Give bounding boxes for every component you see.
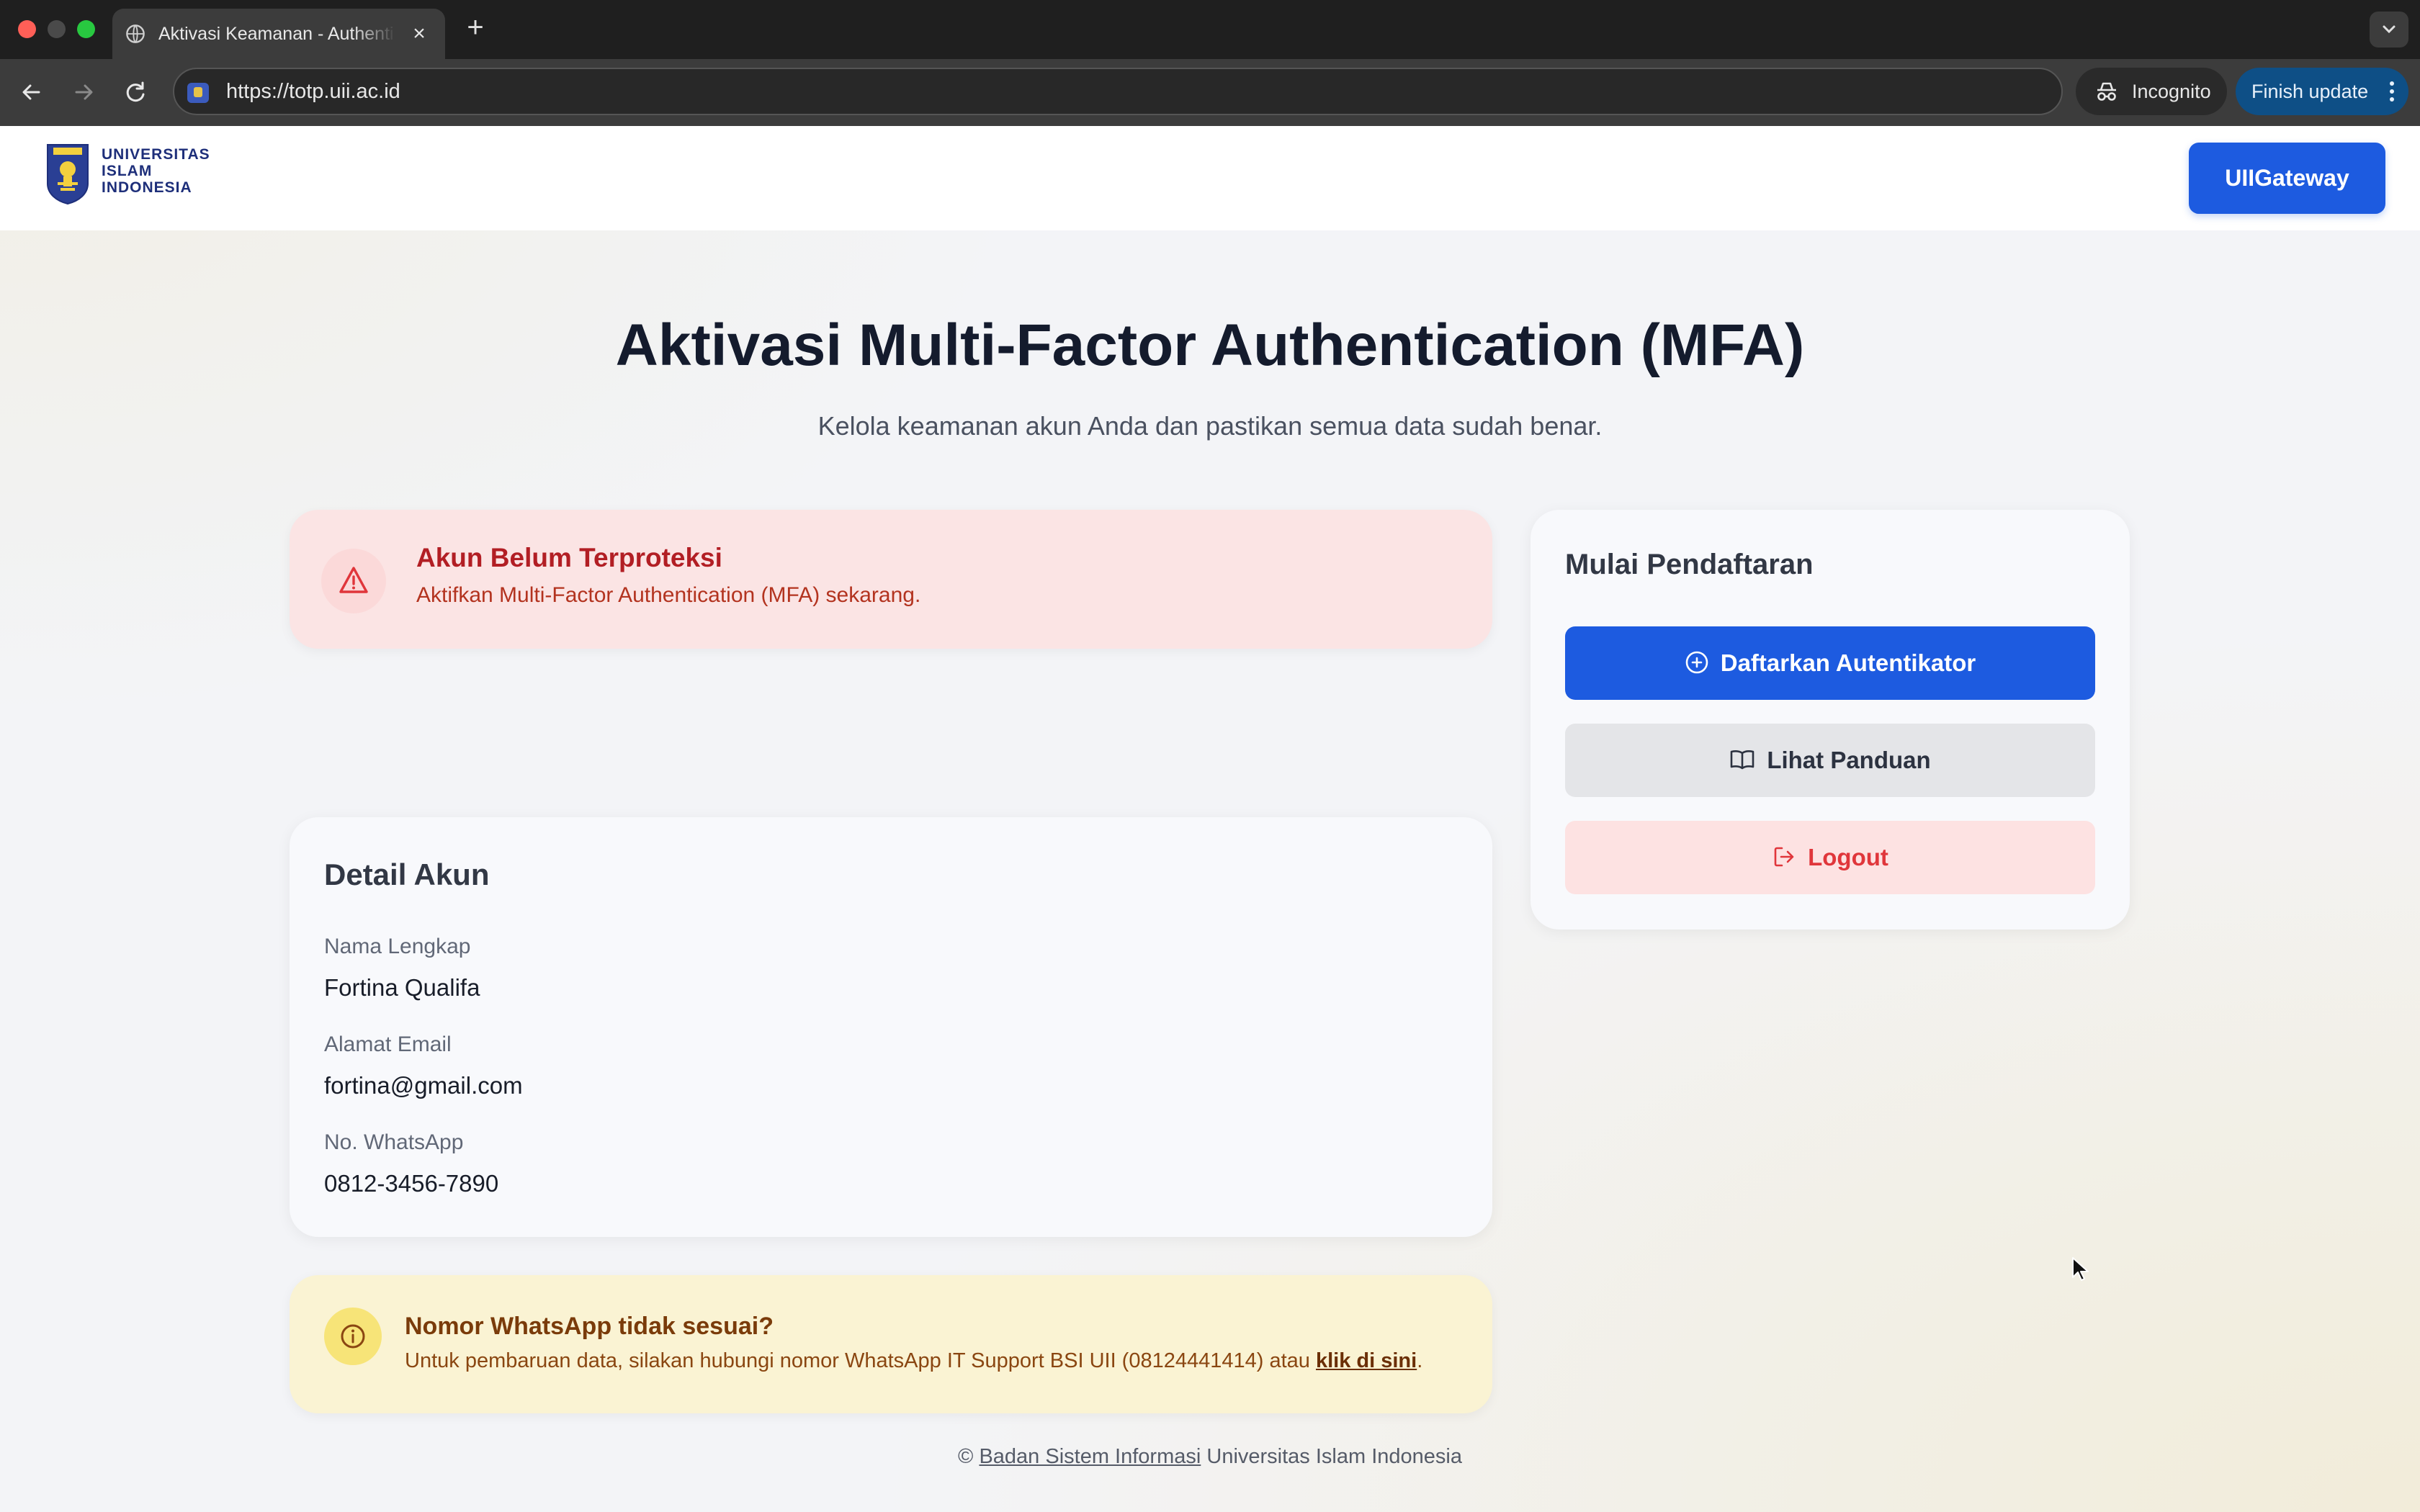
address-bar[interactable]: https://totp.uii.ac.id bbox=[173, 68, 2063, 115]
back-arrow-icon[interactable] bbox=[16, 76, 48, 108]
notice-text: Untuk pembaruan data, silakan hubungi no… bbox=[405, 1349, 1422, 1373]
whatsapp-notice: Nomor WhatsApp tidak sesuai? Untuk pemba… bbox=[290, 1275, 1492, 1413]
logo-wordmark: UNIVERSITAS ISLAM INDONESIA bbox=[102, 146, 210, 196]
alert-title: Akun Belum Terproteksi bbox=[416, 543, 722, 572]
logout-label: Logout bbox=[1808, 844, 1888, 870]
registration-card: Mulai Pendaftaran Daftarkan Autentikator… bbox=[1531, 510, 2130, 930]
name-label: Nama Lengkap bbox=[324, 935, 471, 958]
account-detail-heading: Detail Akun bbox=[324, 858, 490, 891]
finish-update-button[interactable]: Finish update bbox=[2236, 68, 2408, 115]
page-subtitle: Kelola keamanan akun Anda dan pastikan s… bbox=[817, 411, 1603, 441]
incognito-indicator[interactable]: Incognito bbox=[2076, 68, 2227, 115]
browser-toolbar: https://totp.uii.ac.id Incognito Finish … bbox=[0, 59, 2420, 126]
mouse-cursor-icon bbox=[2072, 1257, 2089, 1281]
email-label: Alamat Email bbox=[324, 1032, 452, 1056]
page-title: Aktivasi Multi-Factor Authentication (MF… bbox=[615, 312, 1805, 378]
browser-tab-bar: Aktivasi Keamanan - Authenti × + bbox=[0, 0, 2420, 59]
tab-search-button[interactable] bbox=[2370, 12, 2408, 48]
bsi-footer-link[interactable]: Badan Sistem Informasi bbox=[979, 1445, 1201, 1468]
reload-icon[interactable] bbox=[120, 76, 151, 108]
minimize-window-button[interactable] bbox=[48, 20, 66, 38]
uii-gateway-button[interactable]: UIIGateway bbox=[2189, 143, 2385, 214]
name-value: Fortina Qualifa bbox=[324, 974, 480, 1001]
view-guide-button[interactable]: Lihat Panduan bbox=[1565, 724, 2095, 797]
url-text[interactable]: https://totp.uii.ac.id bbox=[226, 69, 400, 114]
uii-emblem-icon bbox=[47, 144, 89, 205]
globe-icon bbox=[126, 24, 145, 43]
incognito-icon bbox=[2097, 82, 2116, 101]
register-authenticator-button[interactable]: Daftarkan Autentikator bbox=[1565, 626, 2095, 700]
logo-line-2: ISLAM bbox=[102, 163, 153, 179]
contact-link[interactable]: klik di sini bbox=[1316, 1349, 1417, 1372]
email-value: fortina@gmail.com bbox=[324, 1072, 523, 1099]
registration-heading: Mulai Pendaftaran bbox=[1565, 549, 1814, 580]
chevron-down-icon bbox=[2383, 25, 2396, 34]
maximize-window-button[interactable] bbox=[77, 20, 95, 38]
warning-triangle-icon bbox=[339, 567, 368, 593]
footer-org: Universitas Islam Indonesia bbox=[1206, 1445, 1462, 1468]
logout-button[interactable]: Logout bbox=[1565, 821, 2095, 894]
account-detail-card: Detail Akun Nama Lengkap Fortina Qualifa… bbox=[290, 817, 1492, 1237]
more-menu-icon[interactable] bbox=[2390, 81, 2394, 102]
site-footer: © Badan Sistem Informasi Universitas Isl… bbox=[0, 1445, 2420, 1469]
plus-circle-icon bbox=[1685, 651, 1708, 674]
book-open-icon bbox=[1731, 750, 1754, 770]
notice-text-before: Untuk pembaruan data, silakan hubungi no… bbox=[405, 1349, 1316, 1372]
page-content: UNIVERSITAS ISLAM INDONESIA UIIGateway A… bbox=[0, 126, 2420, 1512]
whatsapp-value: 0812-3456-7890 bbox=[324, 1170, 499, 1197]
alert-icon-container bbox=[321, 549, 386, 613]
whatsapp-label: No. WhatsApp bbox=[324, 1130, 464, 1154]
logo-line-3: INDONESIA bbox=[102, 179, 192, 196]
info-icon bbox=[341, 1324, 365, 1349]
notice-icon-container bbox=[324, 1308, 382, 1365]
site-header: UNIVERSITAS ISLAM INDONESIA UIIGateway bbox=[0, 126, 2420, 230]
register-authenticator-label: Daftarkan Autentikator bbox=[1720, 649, 1976, 676]
close-tab-icon[interactable]: × bbox=[409, 23, 429, 45]
browser-tab-active[interactable]: Aktivasi Keamanan - Authenti × bbox=[112, 9, 445, 59]
tab-title: Aktivasi Keamanan - Authenti bbox=[158, 9, 396, 59]
close-window-button[interactable] bbox=[18, 20, 36, 38]
incognito-label: Incognito bbox=[2132, 81, 2211, 102]
logo-line-1: UNIVERSITAS bbox=[102, 146, 210, 163]
logout-icon bbox=[1774, 847, 1794, 867]
notice-text-after: . bbox=[1417, 1349, 1423, 1372]
alert-message: Aktifkan Multi-Factor Authentication (MF… bbox=[416, 583, 921, 607]
copyright-symbol: © bbox=[958, 1445, 974, 1468]
uii-logo[interactable]: UNIVERSITAS ISLAM INDONESIA bbox=[45, 142, 232, 211]
view-guide-label: Lihat Panduan bbox=[1767, 747, 1931, 773]
new-tab-button[interactable]: + bbox=[462, 13, 488, 42]
forward-arrow-icon[interactable] bbox=[68, 76, 99, 108]
site-info-icon[interactable] bbox=[187, 83, 209, 103]
finish-update-label: Finish update bbox=[2251, 81, 2369, 102]
unprotected-alert: Akun Belum Terproteksi Aktifkan Multi-Fa… bbox=[290, 510, 1492, 649]
notice-title: Nomor WhatsApp tidak sesuai? bbox=[405, 1313, 774, 1340]
